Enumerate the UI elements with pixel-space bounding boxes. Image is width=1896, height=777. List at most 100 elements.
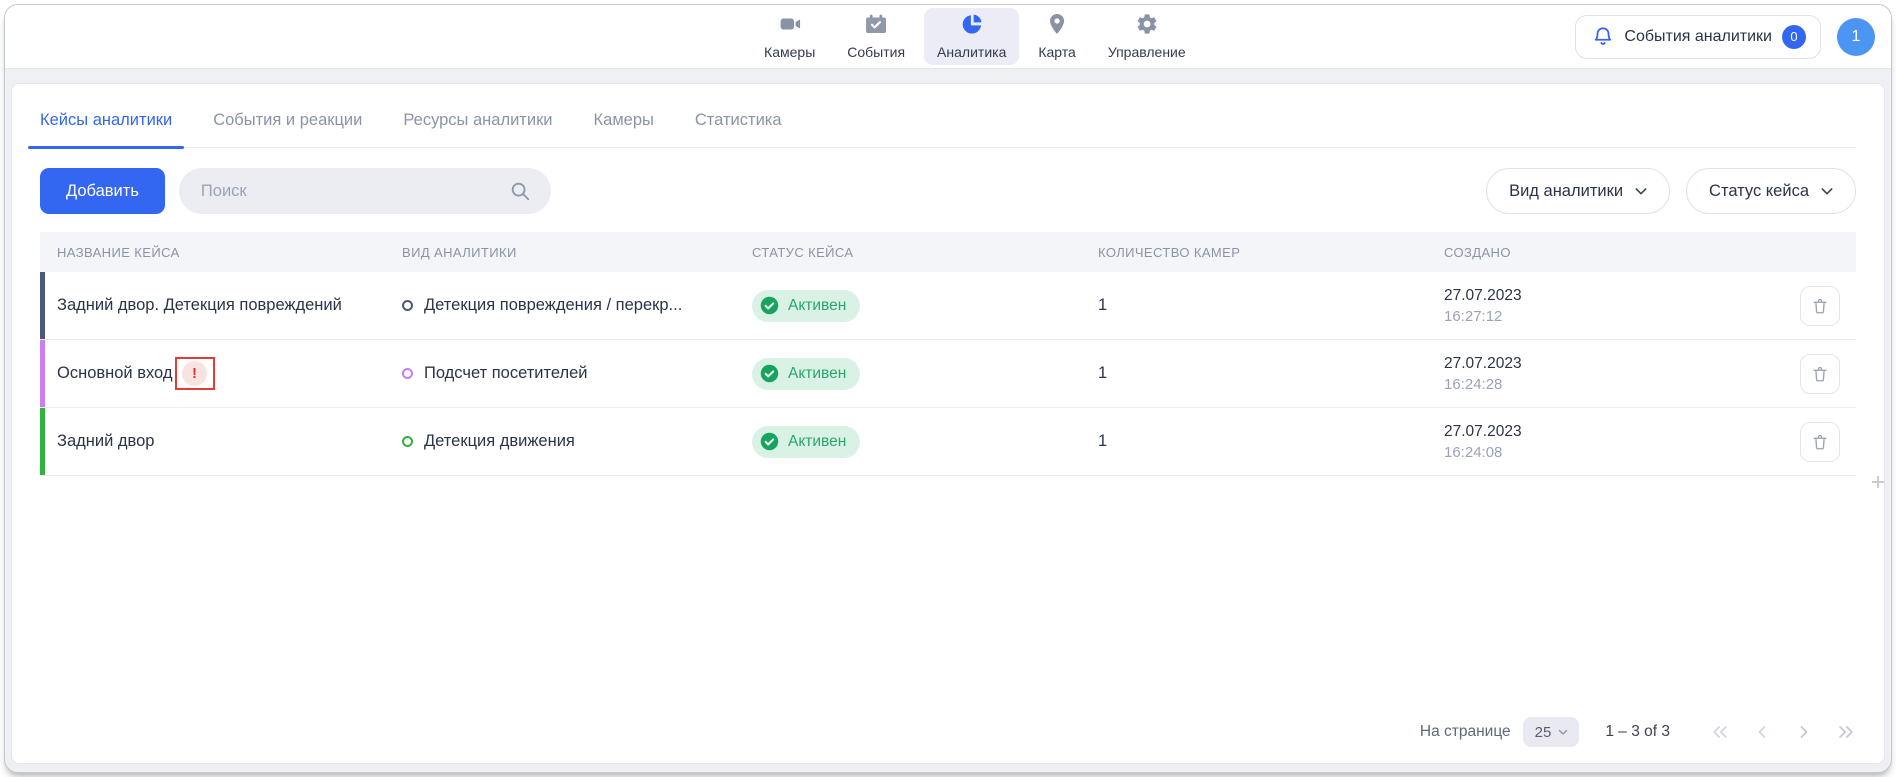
nav-item-management[interactable]: Управление — [1095, 8, 1199, 65]
top-bar: Камеры События Аналитика Карта — [5, 5, 1891, 69]
status-label: Активен — [788, 433, 846, 451]
nav-item-analytics[interactable]: Аналитика — [924, 8, 1019, 65]
map-pin-icon — [1045, 12, 1069, 41]
case-name: Основной вход — [57, 364, 173, 383]
status-badge: Активен — [752, 426, 860, 458]
created-time: 16:24:08 — [1444, 444, 1522, 461]
row-accent-strip — [40, 408, 45, 475]
row-accent-strip — [40, 340, 45, 407]
nav-label: Камеры — [764, 44, 815, 60]
avatar[interactable]: 1 — [1837, 18, 1875, 56]
nav-label: Управление — [1108, 44, 1186, 60]
delete-case-button[interactable] — [1800, 286, 1840, 326]
next-page-button[interactable] — [1794, 722, 1814, 742]
per-page-select[interactable]: 25 — [1523, 717, 1580, 747]
column-header-cameras: КОЛИЧЕСТВО КАМЕР — [1081, 245, 1427, 260]
case-name: Задний двор. Детекция повреждений — [57, 296, 342, 315]
content-card: Кейсы аналитики События и реакции Ресурс… — [11, 83, 1885, 764]
nav-item-map[interactable]: Карта — [1025, 8, 1088, 65]
delete-case-button[interactable] — [1800, 422, 1840, 462]
app-window: Камеры События Аналитика Карта — [4, 4, 1892, 773]
pagination-bar: На странице 25 1 – 3 of 3 — [40, 703, 1856, 763]
delete-case-button[interactable] — [1800, 354, 1840, 394]
top-bar-right: События аналитики 0 1 — [1575, 5, 1875, 68]
nav-item-events[interactable]: События — [834, 8, 918, 65]
trash-icon — [1811, 297, 1829, 315]
filter-label: Вид аналитики — [1509, 182, 1623, 201]
bell-icon — [1592, 26, 1614, 48]
per-page-label: На странице — [1420, 723, 1511, 741]
filter-label: Статус кейса — [1709, 182, 1809, 201]
camera-count: 1 — [1081, 364, 1427, 383]
table-row[interactable]: Задний двор Детекция движения Активен 1 … — [40, 408, 1856, 476]
tab-analytics-cases[interactable]: Кейсы аналитики — [40, 111, 172, 147]
table-header: НАЗВАНИЕ КЕЙСА ВИД АНАЛИТИКИ СТАТУС КЕЙС… — [40, 232, 1856, 272]
events-count-badge: 0 — [1782, 25, 1806, 49]
column-header-type: ВИД АНАЛИТИКИ — [385, 245, 735, 260]
created-time: 16:24:28 — [1444, 376, 1522, 393]
chevron-down-icon — [1819, 183, 1835, 199]
tab-statistics[interactable]: Статистика — [695, 111, 782, 147]
table-row[interactable]: Задний двор. Детекция повреждений Детекц… — [40, 272, 1856, 340]
camera-count: 1 — [1081, 296, 1427, 315]
camera-count: 1 — [1081, 432, 1427, 451]
tab-bar: Кейсы аналитики События и реакции Ресурс… — [40, 84, 1856, 148]
last-page-button[interactable] — [1836, 722, 1856, 742]
pagination-range: 1 – 3 of 3 — [1605, 723, 1670, 741]
events-button-label: События аналитики — [1624, 28, 1772, 46]
analytics-type-ring-icon — [402, 436, 413, 447]
analytics-type-label: Подсчет посетителей — [424, 364, 588, 383]
chevron-down-icon — [1633, 183, 1649, 199]
trash-icon — [1811, 365, 1829, 383]
nav-label: События — [847, 44, 905, 60]
tab-cameras[interactable]: Камеры — [594, 111, 654, 147]
add-button[interactable]: Добавить — [40, 168, 165, 214]
case-name: Задний двор — [57, 432, 154, 451]
trash-icon — [1811, 433, 1829, 451]
analytics-type-ring-icon — [402, 300, 413, 311]
status-badge: Активен — [752, 290, 860, 322]
search-input[interactable] — [179, 168, 551, 214]
main-navigation: Камеры События Аналитика Карта — [751, 5, 1199, 68]
status-badge: Активен — [752, 358, 860, 390]
table-row[interactable]: Основной вход ! Подсчет посетителей Акти… — [40, 340, 1856, 408]
search-icon[interactable] — [509, 180, 531, 207]
pie-chart-icon — [960, 12, 984, 41]
created-date: 27.07.2023 — [1444, 287, 1522, 305]
nav-label: Карта — [1038, 44, 1075, 60]
error-exclamation-icon: ! — [182, 361, 207, 386]
pagers — [1710, 722, 1856, 742]
alert-highlight-box: ! — [175, 357, 215, 390]
calendar-check-icon — [864, 12, 888, 41]
analytics-type-label: Детекция движения — [424, 432, 575, 451]
analytics-type-filter[interactable]: Вид аналитики — [1486, 168, 1670, 214]
tab-events-reactions[interactable]: События и реакции — [213, 111, 362, 147]
toolbar: Добавить Вид аналитики Статус кейса — [40, 168, 1856, 214]
search-box — [179, 168, 551, 214]
nav-item-cameras[interactable]: Камеры — [751, 8, 828, 65]
created-date: 27.07.2023 — [1444, 355, 1522, 373]
prev-page-button[interactable] — [1752, 722, 1772, 742]
status-label: Активен — [788, 297, 846, 315]
created-time: 16:27:12 — [1444, 308, 1522, 325]
analytics-type-ring-icon — [402, 368, 413, 379]
check-circle-icon — [759, 363, 780, 384]
row-accent-strip — [40, 272, 45, 339]
first-page-button[interactable] — [1710, 722, 1730, 742]
gear-icon — [1135, 12, 1159, 41]
status-label: Активен — [788, 365, 846, 383]
chevron-down-icon — [1557, 726, 1569, 738]
nav-label: Аналитика — [937, 44, 1006, 60]
analytics-type-label: Детекция повреждения / перекр... — [424, 296, 682, 315]
column-header-status: СТАТУС КЕЙСА — [735, 245, 1081, 260]
analytics-events-button[interactable]: События аналитики 0 — [1575, 15, 1821, 59]
camera-icon — [778, 12, 802, 41]
created-date: 27.07.2023 — [1444, 423, 1522, 441]
case-status-filter[interactable]: Статус кейса — [1686, 168, 1856, 214]
cases-table: НАЗВАНИЕ КЕЙСА ВИД АНАЛИТИКИ СТАТУС КЕЙС… — [40, 232, 1856, 476]
column-header-name: НАЗВАНИЕ КЕЙСА — [40, 245, 385, 260]
column-header-created: СОЗДАНО — [1427, 245, 1800, 260]
check-circle-icon — [759, 431, 780, 452]
per-page-value: 25 — [1535, 724, 1552, 741]
tab-analytics-resources[interactable]: Ресурсы аналитики — [403, 111, 552, 147]
